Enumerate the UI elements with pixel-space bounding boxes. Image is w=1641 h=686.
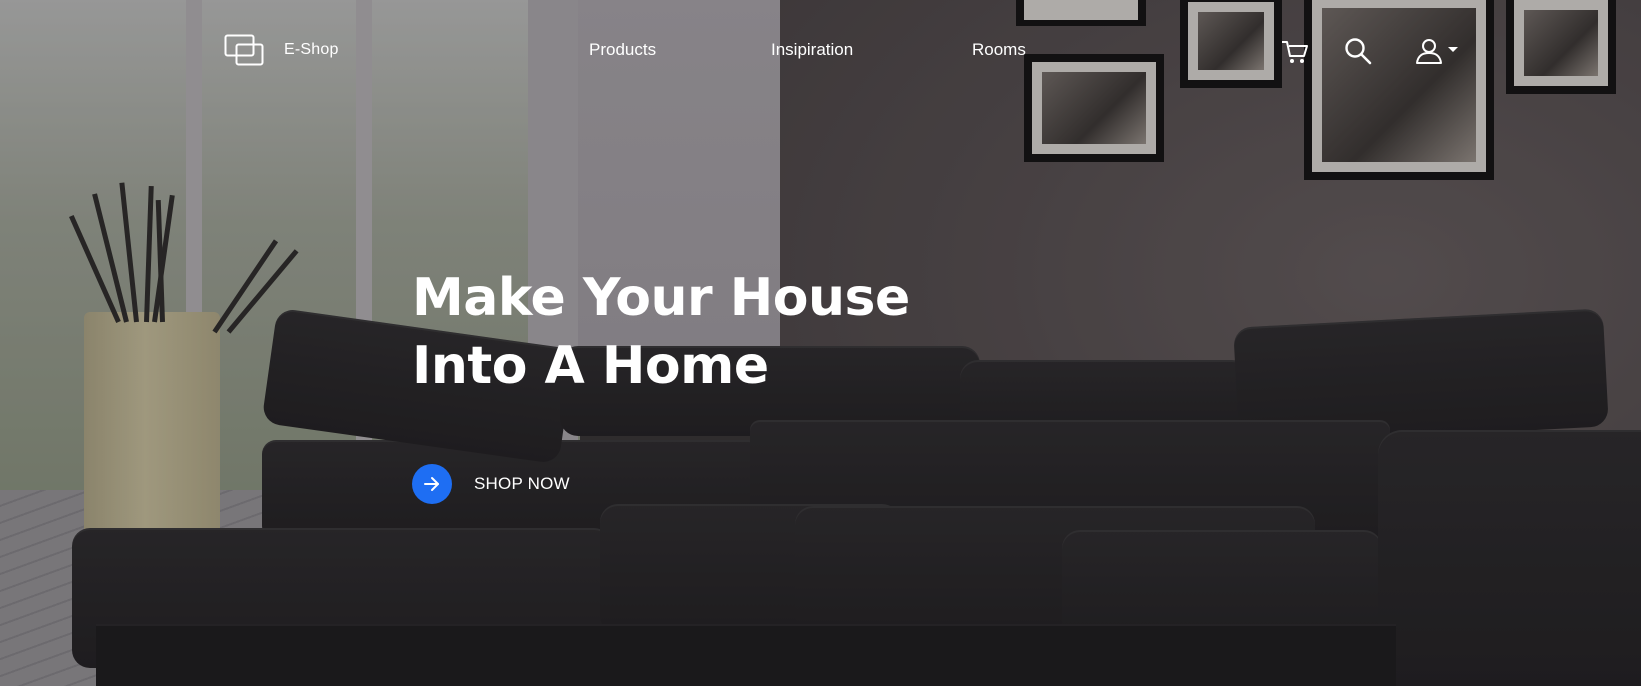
hero-title: Make Your House Into A Home	[412, 264, 910, 400]
page: E-Shop Products Insipiration Rooms Make …	[0, 0, 1641, 686]
cta-circle	[412, 464, 452, 504]
hero-title-line-2: Into A Home	[412, 336, 769, 396]
hero-title-line-1: Make Your House	[412, 268, 910, 328]
caret-down-icon	[1448, 47, 1458, 52]
account-menu-button[interactable]	[1414, 36, 1462, 66]
shop-now-label: SHOP NOW	[474, 474, 570, 493]
monitor-window-icon	[224, 34, 264, 66]
search-icon[interactable]	[1343, 36, 1373, 66]
arrow-right-icon	[424, 477, 439, 491]
user-icon	[1416, 39, 1442, 64]
cart-icon[interactable]	[1280, 36, 1310, 66]
nav-item-rooms[interactable]: Rooms	[972, 40, 1026, 60]
brand-link[interactable]: E-Shop	[224, 34, 339, 66]
nav-item-products[interactable]: Products	[589, 40, 656, 60]
brand-name: E-Shop	[284, 41, 339, 58]
site-header: E-Shop Products Insipiration Rooms	[0, 0, 1641, 100]
nav-item-inspiration[interactable]: Insipiration	[771, 40, 853, 60]
shop-now-button[interactable]: SHOP NOW	[412, 464, 570, 504]
